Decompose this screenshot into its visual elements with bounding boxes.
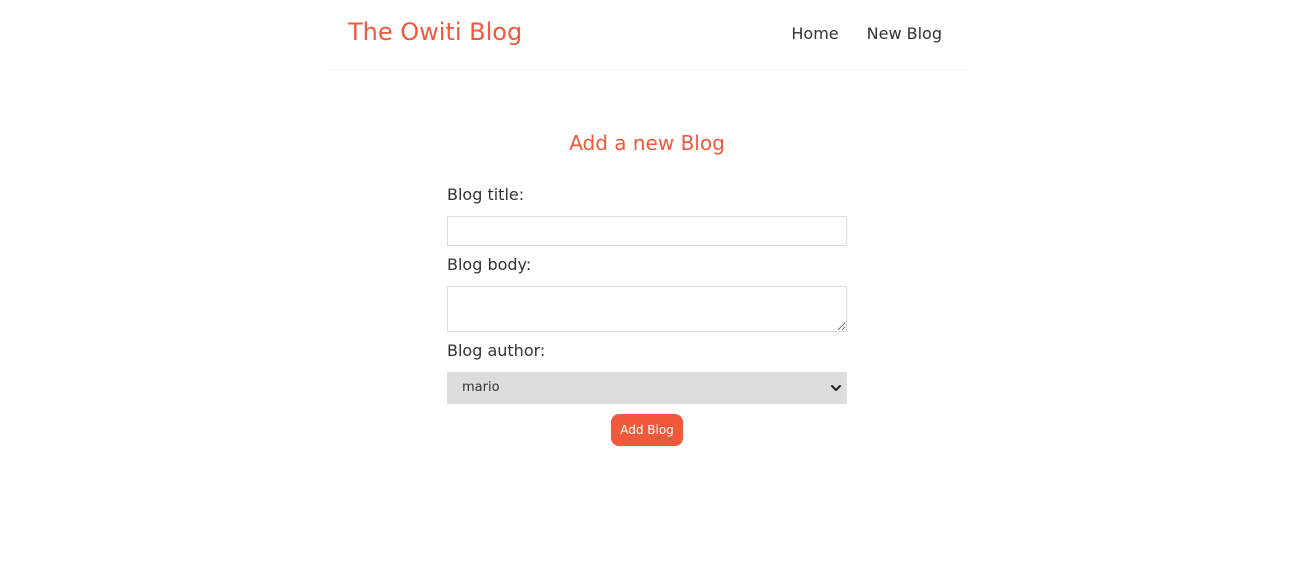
add-blog-button[interactable]: Add Blog [611,414,683,446]
blog-author-select[interactable]: mario [447,372,847,404]
brand-title: The Owiti Blog [348,18,523,46]
blog-title-label: Blog title: [447,185,525,204]
form-title: Add a new Blog [569,131,725,155]
blog-title-input[interactable] [447,216,847,246]
nav-link-home[interactable]: Home [791,24,838,43]
blog-body-textarea[interactable] [447,286,847,332]
create-blog-form: Add a new Blog Blog title: Blog body: Bl… [447,128,847,446]
nav-link-new-blog[interactable]: New Blog [867,24,942,43]
blog-author-selected-value: mario [462,380,500,395]
navbar: The Owiti Blog Home New Blog [328,0,968,71]
chevron-down-icon [831,385,841,391]
blog-body-label: Blog body: [447,255,532,274]
blog-author-label: Blog author: [447,341,546,360]
nav-links: Home New Blog [791,24,942,43]
